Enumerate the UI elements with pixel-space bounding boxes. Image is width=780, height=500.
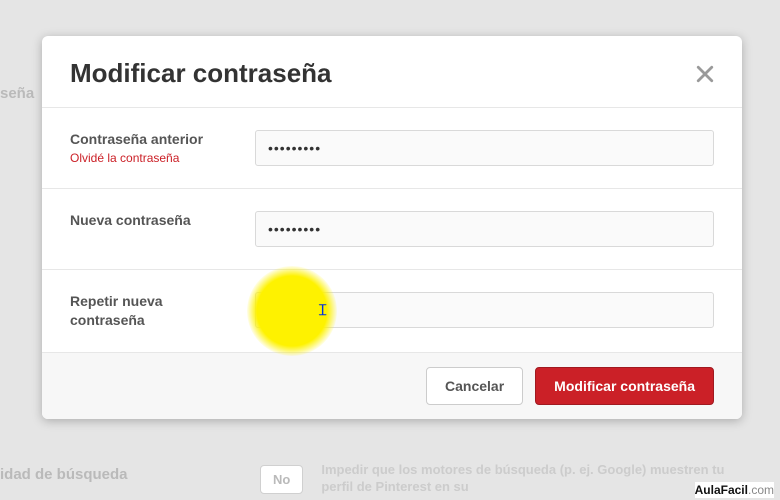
row-old-password: Contraseña anterior Olvidé la contraseña bbox=[42, 107, 742, 188]
label-new-password: Nueva contraseña bbox=[70, 211, 235, 230]
modal-title: Modificar contraseña bbox=[70, 58, 332, 89]
bg-label-search-privacy: idad de búsqueda bbox=[0, 466, 128, 483]
bg-privacy-text: Impedir que los motores de búsqueda (p. … bbox=[321, 462, 750, 496]
old-password-input[interactable] bbox=[255, 130, 714, 166]
bg-label-password: seña bbox=[0, 85, 34, 102]
modal-header: Modificar contraseña bbox=[42, 36, 742, 107]
submit-button[interactable]: Modificar contraseña bbox=[535, 367, 714, 405]
watermark-brand: AulaFacil bbox=[695, 483, 748, 497]
change-password-modal: Modificar contraseña Contraseña anterior… bbox=[42, 36, 742, 419]
row-repeat-password: Repetir nueva contraseña 𝙸 bbox=[42, 269, 742, 352]
forgot-password-link[interactable]: Olvidé la contraseña bbox=[70, 151, 235, 165]
row-new-password: Nueva contraseña bbox=[42, 188, 742, 269]
label-old-password: Contraseña anterior bbox=[70, 130, 235, 149]
repeat-password-input[interactable] bbox=[255, 292, 714, 328]
watermark-domain: .com bbox=[748, 483, 774, 497]
bg-no-button: No bbox=[260, 465, 303, 494]
cancel-button[interactable]: Cancelar bbox=[426, 367, 523, 405]
modal-footer: Cancelar Modificar contraseña bbox=[42, 352, 742, 419]
close-icon[interactable] bbox=[696, 65, 714, 83]
watermark: AulaFacil.com bbox=[695, 482, 774, 498]
new-password-input[interactable] bbox=[255, 211, 714, 247]
label-repeat-password: Repetir nueva contraseña bbox=[70, 292, 235, 330]
bg-bottom-row: No Impedir que los motores de búsqueda (… bbox=[260, 458, 750, 500]
